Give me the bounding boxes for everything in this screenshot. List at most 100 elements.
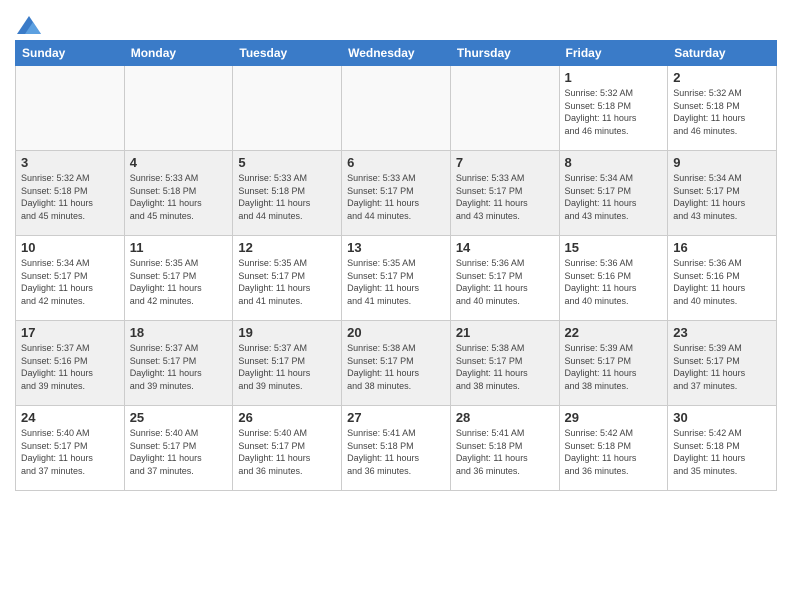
calendar-week-5: 24 Sunrise: 5:40 AM Sunset: 5:17 PM Dayli… bbox=[16, 406, 777, 491]
day-info: Sunrise: 5:32 AM Sunset: 5:18 PM Dayligh… bbox=[673, 87, 771, 137]
day-number: 6 bbox=[347, 155, 445, 170]
calendar-table: SundayMondayTuesdayWednesdayThursdayFrid… bbox=[15, 40, 777, 491]
day-number: 16 bbox=[673, 240, 771, 255]
calendar-cell: 5 Sunrise: 5:33 AM Sunset: 5:18 PM Daylig… bbox=[233, 151, 342, 236]
calendar-cell: 21 Sunrise: 5:38 AM Sunset: 5:17 PM Dayli… bbox=[450, 321, 559, 406]
day-number: 1 bbox=[565, 70, 663, 85]
calendar-cell: 26 Sunrise: 5:40 AM Sunset: 5:17 PM Dayli… bbox=[233, 406, 342, 491]
day-number: 13 bbox=[347, 240, 445, 255]
calendar-cell: 28 Sunrise: 5:41 AM Sunset: 5:18 PM Dayli… bbox=[450, 406, 559, 491]
day-number: 4 bbox=[130, 155, 228, 170]
day-number: 19 bbox=[238, 325, 336, 340]
day-info: Sunrise: 5:38 AM Sunset: 5:17 PM Dayligh… bbox=[347, 342, 445, 392]
day-number: 14 bbox=[456, 240, 554, 255]
calendar-cell: 3 Sunrise: 5:32 AM Sunset: 5:18 PM Daylig… bbox=[16, 151, 125, 236]
day-info: Sunrise: 5:40 AM Sunset: 5:17 PM Dayligh… bbox=[238, 427, 336, 477]
day-number: 7 bbox=[456, 155, 554, 170]
day-info: Sunrise: 5:42 AM Sunset: 5:18 PM Dayligh… bbox=[565, 427, 663, 477]
calendar-week-4: 17 Sunrise: 5:37 AM Sunset: 5:16 PM Dayli… bbox=[16, 321, 777, 406]
day-number: 22 bbox=[565, 325, 663, 340]
day-info: Sunrise: 5:39 AM Sunset: 5:17 PM Dayligh… bbox=[565, 342, 663, 392]
day-info: Sunrise: 5:35 AM Sunset: 5:17 PM Dayligh… bbox=[347, 257, 445, 307]
calendar-cell: 2 Sunrise: 5:32 AM Sunset: 5:18 PM Daylig… bbox=[668, 66, 777, 151]
calendar-cell: 6 Sunrise: 5:33 AM Sunset: 5:17 PM Daylig… bbox=[342, 151, 451, 236]
day-info: Sunrise: 5:38 AM Sunset: 5:17 PM Dayligh… bbox=[456, 342, 554, 392]
calendar-cell bbox=[450, 66, 559, 151]
day-number: 29 bbox=[565, 410, 663, 425]
day-number: 3 bbox=[21, 155, 119, 170]
calendar-cell bbox=[124, 66, 233, 151]
day-info: Sunrise: 5:33 AM Sunset: 5:18 PM Dayligh… bbox=[130, 172, 228, 222]
calendar-week-2: 3 Sunrise: 5:32 AM Sunset: 5:18 PM Daylig… bbox=[16, 151, 777, 236]
calendar-cell: 4 Sunrise: 5:33 AM Sunset: 5:18 PM Daylig… bbox=[124, 151, 233, 236]
day-info: Sunrise: 5:37 AM Sunset: 5:17 PM Dayligh… bbox=[238, 342, 336, 392]
calendar-cell bbox=[16, 66, 125, 151]
calendar-header-row: SundayMondayTuesdayWednesdayThursdayFrid… bbox=[16, 41, 777, 66]
calendar-cell: 18 Sunrise: 5:37 AM Sunset: 5:17 PM Dayli… bbox=[124, 321, 233, 406]
calendar-cell: 14Sunrise: 5:36 AM Sunset: 5:17 PM Dayli… bbox=[450, 236, 559, 321]
day-info: Sunrise: 5:34 AM Sunset: 5:17 PM Dayligh… bbox=[673, 172, 771, 222]
calendar-cell bbox=[342, 66, 451, 151]
calendar-cell: 17 Sunrise: 5:37 AM Sunset: 5:16 PM Dayli… bbox=[16, 321, 125, 406]
day-info: Sunrise: 5:37 AM Sunset: 5:16 PM Dayligh… bbox=[21, 342, 119, 392]
day-info: Sunrise: 5:41 AM Sunset: 5:18 PM Dayligh… bbox=[456, 427, 554, 477]
day-number: 17 bbox=[21, 325, 119, 340]
calendar-cell: 7 Sunrise: 5:33 AM Sunset: 5:17 PM Daylig… bbox=[450, 151, 559, 236]
day-number: 2 bbox=[673, 70, 771, 85]
day-info: Sunrise: 5:40 AM Sunset: 5:17 PM Dayligh… bbox=[21, 427, 119, 477]
calendar-cell: 19 Sunrise: 5:37 AM Sunset: 5:17 PM Dayli… bbox=[233, 321, 342, 406]
calendar-week-1: 1 Sunrise: 5:32 AM Sunset: 5:18 PM Daylig… bbox=[16, 66, 777, 151]
day-info: Sunrise: 5:33 AM Sunset: 5:17 PM Dayligh… bbox=[456, 172, 554, 222]
day-number: 15 bbox=[565, 240, 663, 255]
day-info: Sunrise: 5:34 AM Sunset: 5:17 PM Dayligh… bbox=[21, 257, 119, 307]
weekday-header-sunday: Sunday bbox=[16, 41, 125, 66]
calendar-cell bbox=[233, 66, 342, 151]
calendar-cell: 10 Sunrise: 5:34 AM Sunset: 5:17 PM Dayli… bbox=[16, 236, 125, 321]
calendar-cell: 8 Sunrise: 5:34 AM Sunset: 5:17 PM Daylig… bbox=[559, 151, 668, 236]
day-number: 23 bbox=[673, 325, 771, 340]
day-info: Sunrise: 5:35 AM Sunset: 5:17 PM Dayligh… bbox=[238, 257, 336, 307]
calendar-cell: 27Sunrise: 5:41 AM Sunset: 5:18 PM Dayli… bbox=[342, 406, 451, 491]
weekday-header-saturday: Saturday bbox=[668, 41, 777, 66]
day-info: Sunrise: 5:34 AM Sunset: 5:17 PM Dayligh… bbox=[565, 172, 663, 222]
day-info: Sunrise: 5:40 AM Sunset: 5:17 PM Dayligh… bbox=[130, 427, 228, 477]
day-info: Sunrise: 5:41 AM Sunset: 5:18 PM Dayligh… bbox=[347, 427, 445, 477]
day-number: 28 bbox=[456, 410, 554, 425]
calendar-cell: 24 Sunrise: 5:40 AM Sunset: 5:17 PM Dayli… bbox=[16, 406, 125, 491]
weekday-header-thursday: Thursday bbox=[450, 41, 559, 66]
weekday-header-tuesday: Tuesday bbox=[233, 41, 342, 66]
day-number: 25 bbox=[130, 410, 228, 425]
day-info: Sunrise: 5:33 AM Sunset: 5:17 PM Dayligh… bbox=[347, 172, 445, 222]
day-info: Sunrise: 5:32 AM Sunset: 5:18 PM Dayligh… bbox=[21, 172, 119, 222]
calendar-cell: 15Sunrise: 5:36 AM Sunset: 5:16 PM Dayli… bbox=[559, 236, 668, 321]
calendar-cell: 16 Sunrise: 5:36 AM Sunset: 5:16 PM Dayli… bbox=[668, 236, 777, 321]
day-info: Sunrise: 5:36 AM Sunset: 5:16 PM Dayligh… bbox=[673, 257, 771, 307]
calendar-cell: 1Sunrise: 5:32 AM Sunset: 5:18 PM Daylig… bbox=[559, 66, 668, 151]
day-number: 12 bbox=[238, 240, 336, 255]
day-number: 24 bbox=[21, 410, 119, 425]
day-info: Sunrise: 5:35 AM Sunset: 5:17 PM Dayligh… bbox=[130, 257, 228, 307]
day-number: 30 bbox=[673, 410, 771, 425]
calendar-cell: 30 Sunrise: 5:42 AM Sunset: 5:18 PM Dayli… bbox=[668, 406, 777, 491]
day-number: 21 bbox=[456, 325, 554, 340]
weekday-header-wednesday: Wednesday bbox=[342, 41, 451, 66]
calendar-cell: 13 Sunrise: 5:35 AM Sunset: 5:17 PM Dayli… bbox=[342, 236, 451, 321]
day-number: 10 bbox=[21, 240, 119, 255]
day-info: Sunrise: 5:39 AM Sunset: 5:17 PM Dayligh… bbox=[673, 342, 771, 392]
calendar-cell: 23 Sunrise: 5:39 AM Sunset: 5:17 PM Dayli… bbox=[668, 321, 777, 406]
day-info: Sunrise: 5:42 AM Sunset: 5:18 PM Dayligh… bbox=[673, 427, 771, 477]
day-number: 18 bbox=[130, 325, 228, 340]
calendar-cell: 20Sunrise: 5:38 AM Sunset: 5:17 PM Dayli… bbox=[342, 321, 451, 406]
day-info: Sunrise: 5:37 AM Sunset: 5:17 PM Dayligh… bbox=[130, 342, 228, 392]
calendar-cell: 11 Sunrise: 5:35 AM Sunset: 5:17 PM Dayli… bbox=[124, 236, 233, 321]
calendar-week-3: 10 Sunrise: 5:34 AM Sunset: 5:17 PM Dayli… bbox=[16, 236, 777, 321]
day-number: 5 bbox=[238, 155, 336, 170]
day-number: 26 bbox=[238, 410, 336, 425]
day-number: 11 bbox=[130, 240, 228, 255]
day-info: Sunrise: 5:33 AM Sunset: 5:18 PM Dayligh… bbox=[238, 172, 336, 222]
calendar-cell: 9Sunrise: 5:34 AM Sunset: 5:17 PM Daylig… bbox=[668, 151, 777, 236]
page-header bbox=[15, 10, 777, 34]
calendar-cell: 29 Sunrise: 5:42 AM Sunset: 5:18 PM Dayli… bbox=[559, 406, 668, 491]
day-number: 8 bbox=[565, 155, 663, 170]
calendar-cell: 25 Sunrise: 5:40 AM Sunset: 5:17 PM Dayli… bbox=[124, 406, 233, 491]
